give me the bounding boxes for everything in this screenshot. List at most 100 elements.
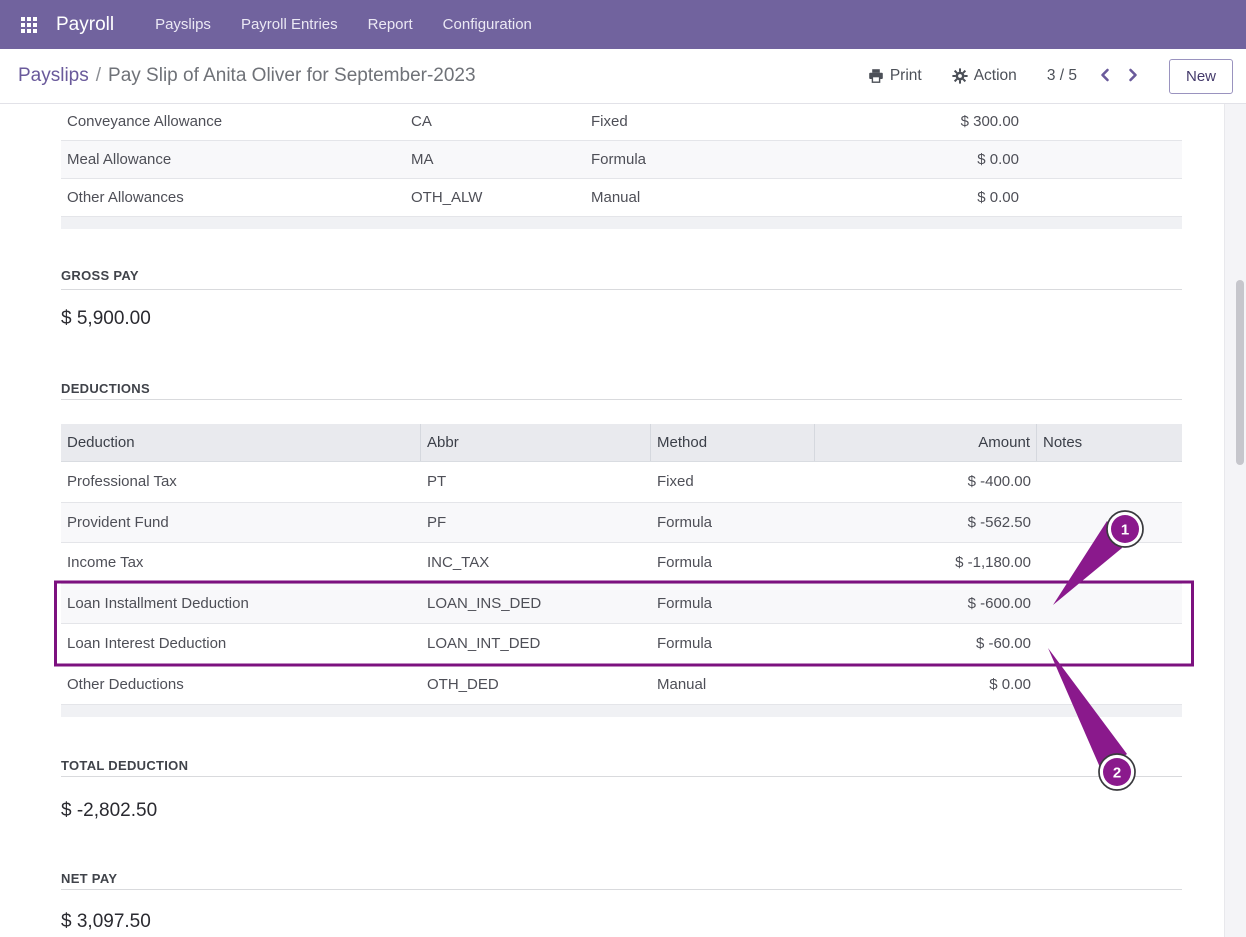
net-pay-value: $ 3,097.50 <box>61 911 151 933</box>
table-row-income-tax[interactable]: Income Tax INC_TAX Formula $ -1,180.00 <box>61 543 1182 584</box>
payslip-sheet: Conveyance Allowance CA Fixed $ 300.00 M… <box>0 104 1246 937</box>
cell-name: Conveyance Allowance <box>61 113 405 130</box>
column-header-amount[interactable]: Amount <box>815 424 1037 461</box>
gross-pay-value: $ 5,900.00 <box>61 308 151 330</box>
chevron-left-icon <box>1098 67 1112 86</box>
table-row-provident-fund[interactable]: Provident Fund PF Formula $ -562.50 <box>61 503 1182 544</box>
table-row-loan-interest-deduction[interactable]: Loan Interest Deduction LOAN_INT_DED For… <box>61 624 1182 665</box>
pager-previous-button[interactable] <box>1091 63 1119 90</box>
menu-configuration[interactable]: Configuration <box>428 0 547 49</box>
cell-method: Formula <box>585 151 795 168</box>
cell-abbr: MA <box>405 151 585 168</box>
cell-amount: $ 0.00 <box>795 151 1025 168</box>
deductions-table: Deduction Abbr Method Amount Notes Profe… <box>61 424 1182 705</box>
gross-pay-title: GROSS PAY <box>61 268 139 283</box>
breadcrumb: Payslips/Pay Slip of Anita Oliver for Se… <box>18 65 476 87</box>
apps-grid-glyph <box>21 17 37 33</box>
cell-abbr: OTH_ALW <box>405 189 585 206</box>
cell-abbr: LOAN_INT_DED <box>421 635 651 652</box>
deductions-rule <box>61 399 1182 400</box>
table-row-professional-tax[interactable]: Professional Tax PT Fixed $ -400.00 <box>61 462 1182 503</box>
cell-amount: $ -400.00 <box>815 473 1037 490</box>
cell-amount: $ 0.00 <box>815 676 1037 693</box>
table-row-meal-allowance[interactable]: Meal Allowance MA Formula $ 0.00 <box>61 141 1182 179</box>
breadcrumb-payslips-link[interactable]: Payslips <box>18 65 89 86</box>
pager: 3 / 5 <box>1047 63 1147 90</box>
table-row-conveyance-allowance[interactable]: Conveyance Allowance CA Fixed $ 300.00 <box>61 104 1182 141</box>
cell-name: Loan Interest Deduction <box>61 635 421 652</box>
apps-grid-icon[interactable] <box>16 12 42 38</box>
cell-method: Fixed <box>585 113 795 130</box>
print-label: Print <box>890 67 922 85</box>
payroll-app-window: Payroll Payslips Payroll Entries Report … <box>0 0 1246 937</box>
menu-payroll-entries[interactable]: Payroll Entries <box>226 0 353 49</box>
pager-next-button[interactable] <box>1119 63 1147 90</box>
allowances-table: Conveyance Allowance CA Fixed $ 300.00 M… <box>61 104 1182 217</box>
cell-method: Formula <box>651 514 815 531</box>
gross-pay-rule <box>61 289 1182 290</box>
cell-method: Formula <box>651 635 815 652</box>
cell-name: Other Deductions <box>61 676 421 693</box>
control-panel: Payslips/Pay Slip of Anita Oliver for Se… <box>0 49 1246 104</box>
cell-method: Formula <box>651 554 815 571</box>
new-button[interactable]: New <box>1169 59 1233 94</box>
net-pay-title: NET PAY <box>61 871 117 886</box>
svg-text:2: 2 <box>1113 765 1121 782</box>
cell-method: Manual <box>585 189 795 206</box>
deductions-table-header: Deduction Abbr Method Amount Notes <box>61 424 1182 462</box>
deductions-title: DEDUCTIONS <box>61 381 150 396</box>
cell-amount: $ -60.00 <box>815 635 1037 652</box>
cell-method: Fixed <box>651 473 815 490</box>
navbar-menu: Payslips Payroll Entries Report Configur… <box>140 0 547 49</box>
cell-name: Other Allowances <box>61 189 405 206</box>
print-button[interactable]: Print <box>860 61 930 91</box>
column-header-deduction[interactable]: Deduction <box>61 424 421 461</box>
column-header-method[interactable]: Method <box>651 424 815 461</box>
chevron-right-icon <box>1126 67 1140 86</box>
action-button[interactable]: Action <box>944 61 1025 91</box>
cell-name: Income Tax <box>61 554 421 571</box>
cell-abbr: OTH_DED <box>421 676 651 693</box>
allowances-table-footer <box>61 217 1182 229</box>
cell-amount: $ -1,180.00 <box>815 554 1037 571</box>
printer-icon <box>868 68 884 84</box>
cell-abbr: PF <box>421 514 651 531</box>
cell-method: Manual <box>651 676 815 693</box>
total-deduction-title: TOTAL DEDUCTION <box>61 758 188 773</box>
column-header-abbr[interactable]: Abbr <box>421 424 651 461</box>
callout-badge-2: 2 <box>1099 754 1135 790</box>
cell-name: Professional Tax <box>61 473 421 490</box>
menu-payslips[interactable]: Payslips <box>140 0 226 49</box>
cell-amount: $ -562.50 <box>815 514 1037 531</box>
pager-value[interactable]: 3 / 5 <box>1047 67 1077 85</box>
cell-name: Loan Installment Deduction <box>61 595 421 612</box>
vertical-scrollbar-thumb[interactable] <box>1236 280 1244 465</box>
table-row-loan-installment-deduction[interactable]: Loan Installment Deduction LOAN_INS_DED … <box>61 584 1182 625</box>
control-panel-actions: Print <box>860 59 1233 94</box>
top-navbar: Payroll Payslips Payroll Entries Report … <box>0 0 1246 49</box>
table-row-other-allowances[interactable]: Other Allowances OTH_ALW Manual $ 0.00 <box>61 179 1182 217</box>
total-deduction-rule <box>61 776 1182 777</box>
gear-icon <box>952 68 968 84</box>
cell-abbr: LOAN_INS_DED <box>421 595 651 612</box>
column-header-notes[interactable]: Notes <box>1037 424 1182 461</box>
net-pay-rule <box>61 889 1182 890</box>
cell-amount: $ -600.00 <box>815 595 1037 612</box>
menu-report[interactable]: Report <box>353 0 428 49</box>
cell-abbr: PT <box>421 473 651 490</box>
cell-amount: $ 300.00 <box>795 113 1025 130</box>
cell-abbr: INC_TAX <box>421 554 651 571</box>
cell-name: Meal Allowance <box>61 151 405 168</box>
breadcrumb-current: Pay Slip of Anita Oliver for September-2… <box>108 65 476 86</box>
table-row-other-deductions[interactable]: Other Deductions OTH_DED Manual $ 0.00 <box>61 665 1182 706</box>
action-label: Action <box>974 67 1017 85</box>
cell-name: Provident Fund <box>61 514 421 531</box>
cell-method: Formula <box>651 595 815 612</box>
breadcrumb-separator: / <box>89 65 108 86</box>
deductions-table-footer <box>61 705 1182 717</box>
vertical-scrollbar-track[interactable] <box>1224 104 1246 937</box>
total-deduction-value: $ -2,802.50 <box>61 800 157 822</box>
cell-amount: $ 0.00 <box>795 189 1025 206</box>
app-name[interactable]: Payroll <box>56 14 114 36</box>
cell-abbr: CA <box>405 113 585 130</box>
